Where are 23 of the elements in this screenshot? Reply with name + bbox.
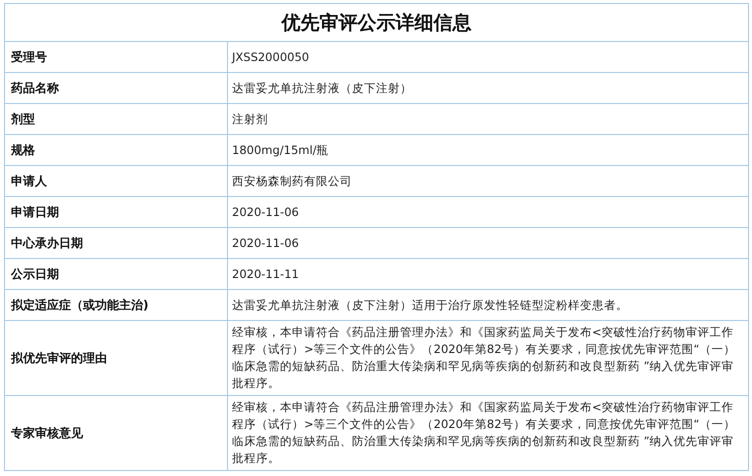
field-label: 公示日期 [4,258,228,290]
field-label: 专家审核意见 [4,396,228,470]
field-value: 达雷妥尤单抗注射液（皮下注射） [228,72,748,104]
field-label: 拟定适应症（或功能主治) [4,290,228,320]
field-value: 2020-11-11 [228,258,748,290]
field-value: 西安杨森制药有限公司 [228,166,748,196]
field-label: 规格 [4,134,228,166]
field-value: 1800mg/15ml/瓶 [228,134,748,166]
field-label: 中心承办日期 [4,228,228,258]
field-value: 经审核，本申请符合《药品注册管理办法》和《国家药监局关于发布<突破性治疗药物审评工作程序（试行）>等三个文件的公告》（2020年第82号）有关要求，同意按优先审评范围“（一）临床急需的短缺药品、防治重大传染病和罕见病等疾病的创新药和改良型新药 ”纳入优先审评审批程序。 [228,396,748,470]
field-label: 申请人 [4,166,228,196]
table-title: 优先审评公示详细信息 [4,4,748,42]
field-value: 2020-11-06 [228,196,748,228]
field-label: 申请日期 [4,196,228,228]
field-label: 拟优先审评的理由 [4,320,228,396]
field-value: JXSS2000050 [228,42,748,72]
field-label: 剂型 [4,104,228,134]
field-value: 经审核，本申请符合《药品注册管理办法》和《国家药监局关于发布<突破性治疗药物审评工作程序（试行）>等三个文件的公告》（2020年第82号）有关要求，同意按优先审评范围“（一）临床急需的短缺药品、防治重大传染病和罕见病等疾病的创新药和改良型新药 ”纳入优先审评审批程序。 [228,320,748,396]
field-value: 2020-11-06 [228,228,748,258]
field-value: 注射剂 [228,104,748,134]
field-label: 受理号 [4,42,228,72]
field-value: 达雷妥尤单抗注射液（皮下注射）适用于治疗原发性轻链型淀粉样变患者。 [228,290,748,320]
field-label: 药品名称 [4,72,228,104]
